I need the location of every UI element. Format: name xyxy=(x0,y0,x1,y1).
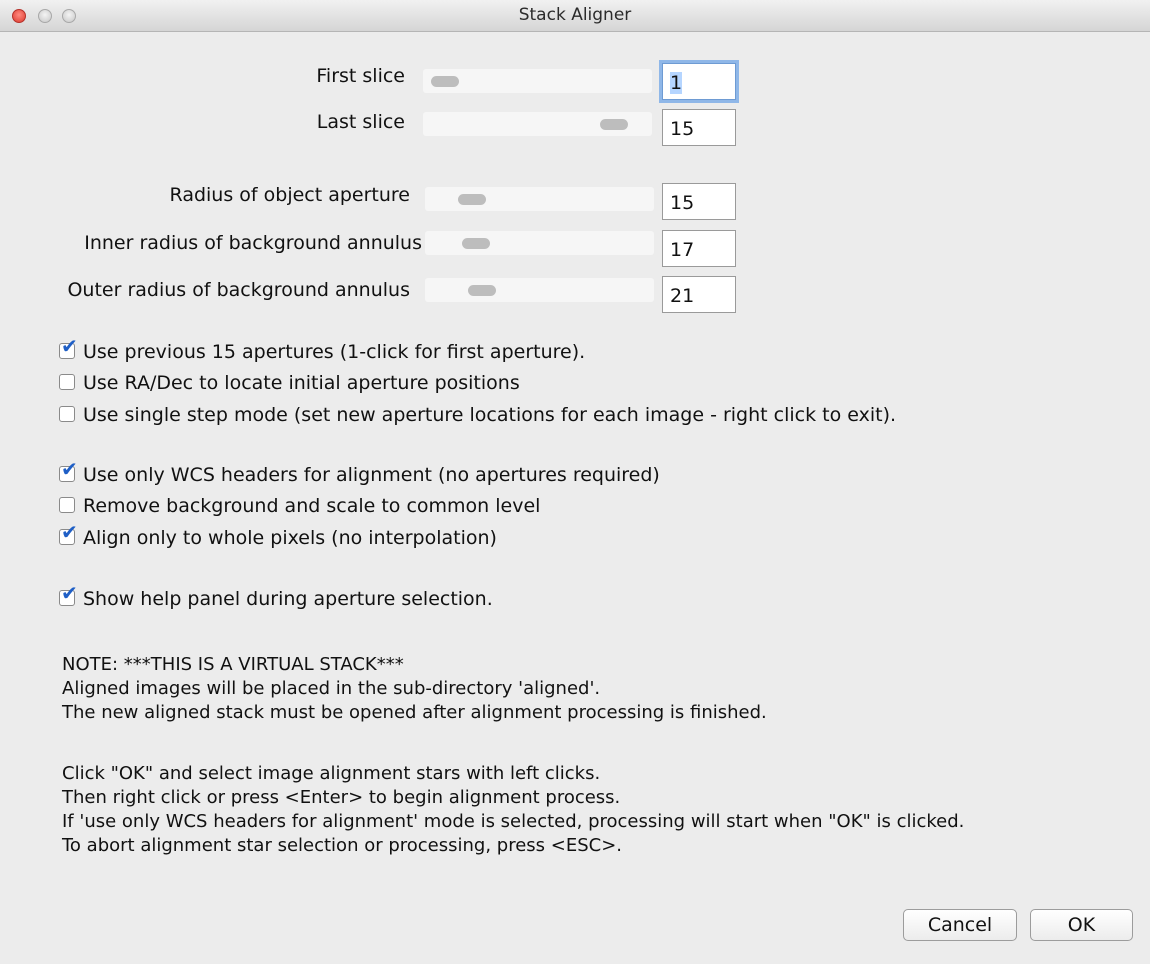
object-aperture-radius-slider[interactable] xyxy=(425,187,654,211)
cancel-button[interactable]: Cancel xyxy=(903,909,1017,941)
last-slice-slider-knob[interactable] xyxy=(600,119,628,130)
ok-button[interactable]: OK xyxy=(1030,909,1133,941)
checkmark-icon: ✔ xyxy=(61,334,78,358)
first-slice-input[interactable]: 1 xyxy=(662,63,736,100)
note-line: The new aligned stack must be opened aft… xyxy=(62,702,767,723)
single-step-mode-option[interactable]: Use single step mode (set new aperture l… xyxy=(59,404,896,430)
checkmark-icon: ✔ xyxy=(61,457,78,481)
object-aperture-radius-input[interactable]: 15 xyxy=(662,183,736,220)
first-slice-slider[interactable] xyxy=(423,69,652,93)
instruction-line: Then right click or press <Enter> to beg… xyxy=(62,787,621,808)
object-aperture-radius-slider-knob[interactable] xyxy=(458,194,487,205)
outer-annulus-radius-input[interactable]: 21 xyxy=(662,276,736,313)
option-label: Use RA/Dec to locate initial aperture po… xyxy=(83,372,520,394)
option-label: Use single step mode (set new aperture l… xyxy=(83,404,897,426)
use-previous-apertures-option[interactable]: ✔ Use previous 15 apertures (1-click for … xyxy=(59,336,586,367)
instructions-text: Click "OK" and select image alignment st… xyxy=(62,762,964,858)
outer-annulus-radius-slider[interactable] xyxy=(425,278,654,302)
wcs-headers-only-checkbox[interactable]: ✔ xyxy=(59,459,78,482)
use-previous-apertures-checkbox[interactable]: ✔ xyxy=(59,336,78,359)
first-slice-slider-knob[interactable] xyxy=(431,76,459,87)
whole-pixels-option[interactable]: ✔ Align only to whole pixels (no interpol… xyxy=(59,522,497,553)
note-line: Aligned images will be placed in the sub… xyxy=(62,678,601,699)
option-label: Use previous 15 apertures (1-click for f… xyxy=(83,341,586,363)
show-help-panel-checkbox[interactable]: ✔ xyxy=(59,583,78,606)
option-label: Use only WCS headers for alignment (no a… xyxy=(83,464,660,486)
instruction-line: If 'use only WCS headers for alignment' … xyxy=(62,811,965,832)
instruction-line: Click "OK" and select image alignment st… xyxy=(62,763,601,784)
outer-annulus-radius-label: Outer radius of background annulus xyxy=(67,279,410,301)
inner-annulus-radius-slider[interactable] xyxy=(425,231,654,255)
last-slice-input[interactable]: 15 xyxy=(662,109,736,146)
single-step-mode-checkbox[interactable] xyxy=(59,406,75,422)
use-radec-option[interactable]: Use RA/Dec to locate initial aperture po… xyxy=(59,372,520,398)
inner-annulus-radius-label: Inner radius of background annulus xyxy=(84,232,422,254)
checkmark-icon: ✔ xyxy=(61,581,78,605)
note-line: NOTE: ***THIS IS A VIRTUAL STACK*** xyxy=(62,654,404,675)
use-radec-checkbox[interactable] xyxy=(59,374,75,390)
show-help-panel-option[interactable]: ✔ Show help panel during aperture selecti… xyxy=(59,583,493,614)
option-label: Remove background and scale to common le… xyxy=(83,495,541,517)
inner-annulus-radius-slider-knob[interactable] xyxy=(461,238,490,249)
instruction-line: To abort alignment star selection or pro… xyxy=(62,835,623,856)
remove-background-option[interactable]: Remove background and scale to common le… xyxy=(59,495,540,521)
wcs-headers-only-option[interactable]: ✔ Use only WCS headers for alignment (no … xyxy=(59,459,660,490)
object-aperture-radius-label: Radius of object aperture xyxy=(169,184,410,206)
remove-background-checkbox[interactable] xyxy=(59,497,75,513)
last-slice-slider[interactable] xyxy=(423,112,652,136)
first-slice-label: First slice xyxy=(316,65,405,87)
virtual-stack-note: NOTE: ***THIS IS A VIRTUAL STACK*** Alig… xyxy=(62,653,767,725)
outer-annulus-radius-slider-knob[interactable] xyxy=(468,285,497,296)
checkmark-icon: ✔ xyxy=(61,520,78,544)
option-label: Show help panel during aperture selectio… xyxy=(83,588,493,610)
window-title: Stack Aligner xyxy=(518,5,632,25)
last-slice-label: Last slice xyxy=(316,111,405,133)
option-label: Align only to whole pixels (no interpola… xyxy=(83,527,497,549)
whole-pixels-checkbox[interactable]: ✔ xyxy=(59,522,78,545)
title-bar: Stack Aligner xyxy=(0,0,1150,32)
inner-annulus-radius-input[interactable]: 17 xyxy=(662,230,736,267)
